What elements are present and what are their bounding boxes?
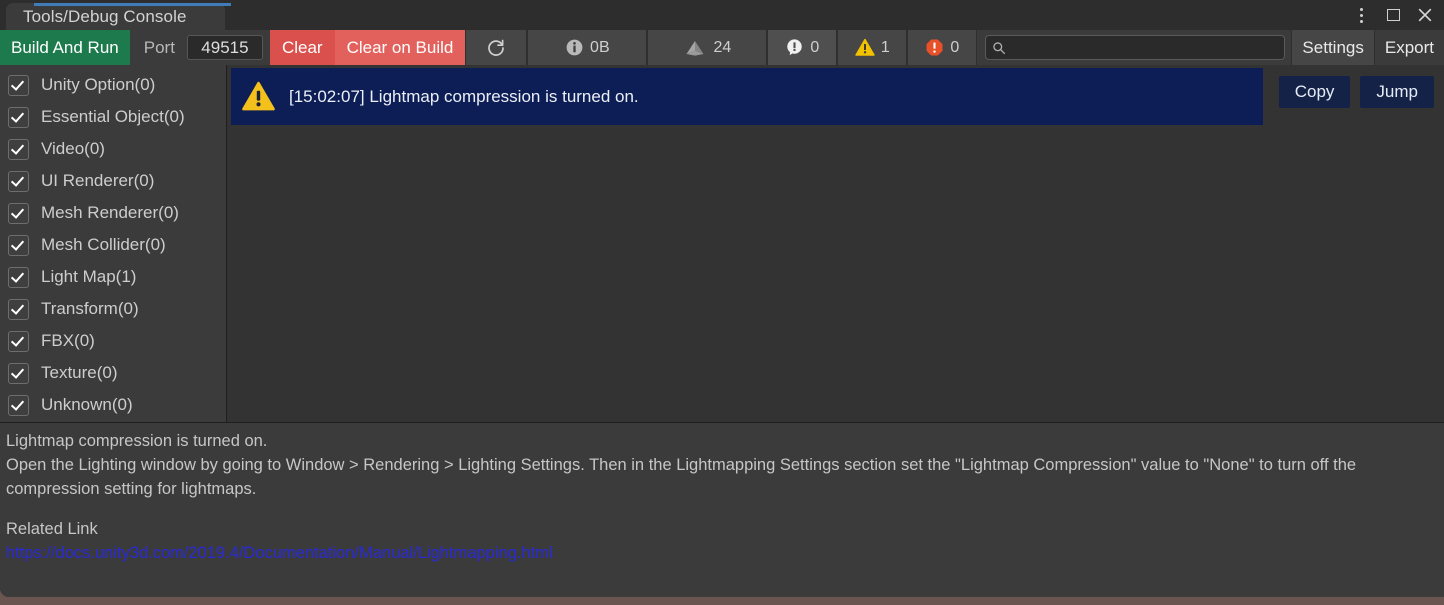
message-count-value: 0 <box>810 38 820 56</box>
mesh-icon <box>686 40 704 56</box>
build-and-run-button[interactable]: Build And Run <box>0 30 130 65</box>
sidebar-item-label: Light Map(1) <box>41 267 137 286</box>
checkbox-icon[interactable] <box>8 394 29 416</box>
sidebar-item-label: Essential Object(0) <box>41 107 185 126</box>
sidebar-item-texture[interactable]: Texture(0) <box>0 357 226 389</box>
jump-button[interactable]: Jump <box>1360 76 1434 108</box>
sidebar-item-label: Video(0) <box>41 139 105 158</box>
app-root: Tools/Debug Console Build And Run Port 4… <box>0 0 1444 605</box>
sidebar-item-label: Texture(0) <box>41 363 118 382</box>
memory-size-indicator[interactable]: 0B <box>527 30 648 65</box>
sidebar-item-essential-object[interactable]: Essential Object(0) <box>0 101 226 133</box>
kebab-menu-icon[interactable] <box>1346 1 1376 29</box>
related-link-url[interactable]: https://docs.unity3d.com/2019.4/Document… <box>6 541 553 565</box>
toolbar: Build And Run Port Clear Clear on Build … <box>0 30 1444 65</box>
memory-size-value: 0B <box>590 38 610 56</box>
detail-panel: Lightmap compression is turned on. Open … <box>0 422 1444 597</box>
window-controls <box>1346 0 1440 30</box>
checkbox-icon[interactable] <box>8 202 29 224</box>
detail-spacer <box>6 501 1436 517</box>
checkbox-icon[interactable] <box>8 330 29 352</box>
settings-button[interactable]: Settings <box>1291 30 1374 65</box>
filter-sidebar: Unity Option(0) Essential Object(0) Vide… <box>0 65 227 422</box>
close-icon[interactable] <box>1410 1 1440 29</box>
log-row[interactable]: [15:02:07] Lightmap compression is turne… <box>231 68 1263 125</box>
checkbox-icon[interactable] <box>8 138 29 160</box>
sidebar-item-unknown[interactable]: Unknown(0) <box>0 389 226 421</box>
log-message: [15:02:07] Lightmap compression is turne… <box>289 86 639 106</box>
sidebar-item-mesh-renderer[interactable]: Mesh Renderer(0) <box>0 197 226 229</box>
mesh-count-value: 24 <box>713 38 732 56</box>
sidebar-item-light-map[interactable]: Light Map(1) <box>0 261 226 293</box>
checkbox-icon[interactable] <box>8 106 29 128</box>
checkbox-icon[interactable] <box>8 362 29 384</box>
sidebar-item-label: UI Renderer(0) <box>41 171 155 190</box>
sidebar-item-label: Transform(0) <box>41 299 139 318</box>
port-input[interactable] <box>186 35 263 60</box>
checkbox-icon[interactable] <box>8 74 29 96</box>
export-button[interactable]: Export <box>1373 30 1444 65</box>
warning-icon <box>855 38 875 56</box>
warning-count-toggle[interactable]: 1 <box>837 30 908 65</box>
message-count-toggle[interactable]: 0 <box>767 30 838 65</box>
console-window: Tools/Debug Console Build And Run Port 4… <box>0 0 1444 597</box>
search-container <box>977 30 1292 65</box>
sidebar-item-mesh-collider[interactable]: Mesh Collider(0) <box>0 229 226 261</box>
related-link-label: Related Link <box>6 520 98 538</box>
search-icon <box>993 41 1006 54</box>
sidebar-item-unity-option[interactable]: Unity Option(0) <box>0 69 226 101</box>
title-bar: Tools/Debug Console <box>0 0 1444 30</box>
tab-tools-debug-console[interactable]: Tools/Debug Console <box>6 3 231 30</box>
sidebar-item-label: Mesh Renderer(0) <box>41 203 179 222</box>
sidebar-item-fbx[interactable]: FBX(0) <box>0 325 226 357</box>
checkbox-icon[interactable] <box>8 170 29 192</box>
refresh-icon <box>488 39 505 56</box>
mesh-count-indicator[interactable]: 24 <box>647 30 768 65</box>
sidebar-item-label: Unity Option(0) <box>41 75 156 94</box>
sidebar-item-video[interactable]: Video(0) <box>0 133 226 165</box>
detail-line-2: Open the Lighting window by going to Win… <box>6 456 1357 498</box>
refresh-button[interactable] <box>465 30 528 65</box>
checkbox-icon[interactable] <box>8 234 29 256</box>
tab-active-accent <box>34 3 231 6</box>
search-input[interactable] <box>1011 38 1279 57</box>
log-list: [15:02:07] Lightmap compression is turne… <box>228 65 1444 422</box>
message-icon <box>787 39 803 56</box>
port-label: Port <box>143 37 175 57</box>
checkbox-icon[interactable] <box>8 266 29 288</box>
search-box[interactable] <box>985 35 1286 60</box>
detail-line-1: Lightmap compression is turned on. <box>6 432 268 450</box>
error-count-value: 0 <box>950 38 960 56</box>
info-icon <box>566 39 583 56</box>
copy-button[interactable]: Copy <box>1278 76 1351 108</box>
error-icon <box>926 39 943 56</box>
maximize-icon[interactable] <box>1378 1 1408 29</box>
warning-icon <box>242 81 275 111</box>
tab-label: Tools/Debug Console <box>23 7 187 26</box>
sidebar-item-label: Unknown(0) <box>41 395 133 414</box>
sidebar-item-ui-renderer[interactable]: UI Renderer(0) <box>0 165 226 197</box>
error-count-toggle[interactable]: 0 <box>907 30 978 65</box>
sidebar-item-label: FBX(0) <box>41 331 95 350</box>
clear-button[interactable]: Clear <box>269 30 335 65</box>
sidebar-item-label: Mesh Collider(0) <box>41 235 166 254</box>
sidebar-item-transform[interactable]: Transform(0) <box>0 293 226 325</box>
warning-count-value: 1 <box>880 38 890 56</box>
checkbox-icon[interactable] <box>8 298 29 320</box>
clear-on-build-button[interactable]: Clear on Build <box>334 30 466 65</box>
log-actions: Copy Jump <box>1278 76 1434 108</box>
